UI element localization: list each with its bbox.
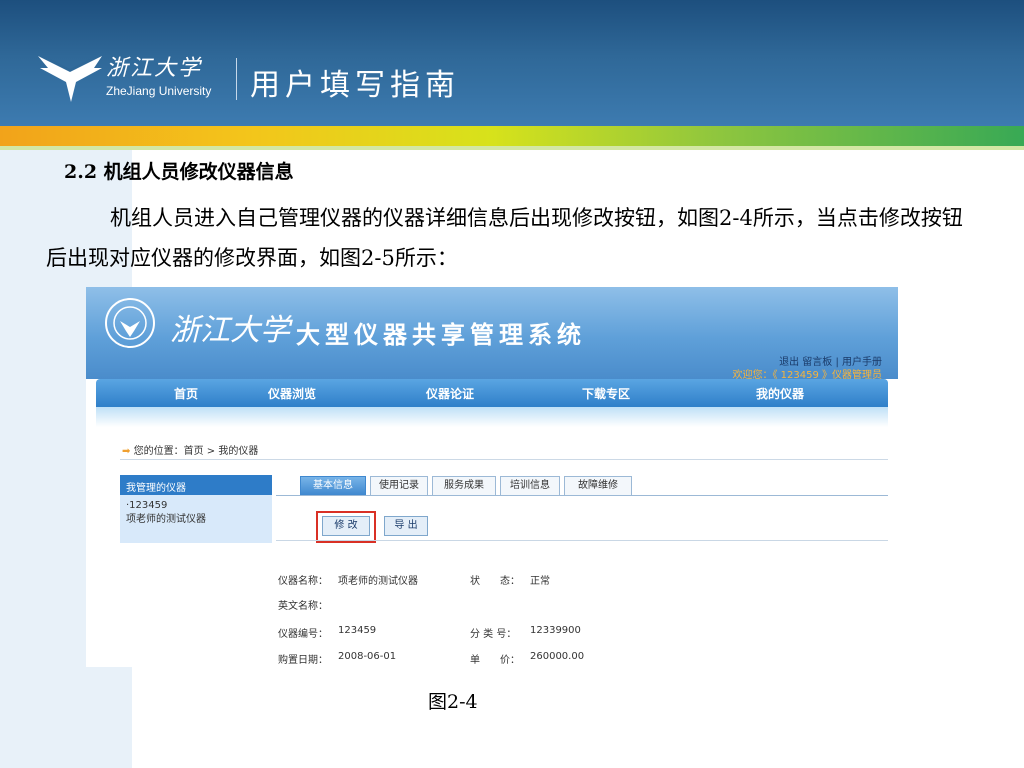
nav-home[interactable]: 首页 [174,385,198,402]
breadcrumb-divider [120,459,888,460]
field-status-label: 状 态： [470,576,520,587]
paragraph-text: 机组人员进入自己管理仪器的仪器详细信息后出现修改按钮，如图2-4所示，当点击修改… [46,206,963,270]
system-banner: 浙江大学 大型仪器共享管理系统 退出 留言板 | 用户手册 欢迎您：《 1234… [86,287,898,381]
field-name-value: 项老师的测试仪器 [338,576,418,587]
section-paragraph: 机组人员进入自己管理仪器的仪器详细信息后出现修改按钮，如图2-4所示，当点击修改… [46,198,976,278]
breadcrumb-arrow-icon: ➡ [122,446,131,457]
field-price-value: 260000.00 [530,651,585,662]
sidebar-item-name[interactable]: 项老师的测试仪器 [126,513,266,527]
button-divider [276,540,888,541]
tab-basic-info[interactable]: 基本信息 [300,476,366,496]
figure-caption: 图2-4 [428,691,478,713]
tab-maintenance[interactable]: 故障维修 [564,476,632,496]
slide-title: 用户填写指南 [250,68,460,103]
tab-usage-records[interactable]: 使用记录 [370,476,428,496]
nav-my-instruments[interactable]: 我的仪器 [756,385,804,402]
field-class-label: 分 类 号： [470,629,517,640]
field-id-value: 123459 [338,625,377,636]
field-class-value: 12339900 [530,625,581,636]
field-price-label: 单 价： [470,655,520,666]
breadcrumb-text: 您的位置：首页 > 我的仪器 [133,446,259,457]
banner-university-name: 浙江大学 [170,313,290,348]
field-date-label: 购置日期： [278,655,328,666]
export-button[interactable]: 导 出 [384,516,428,536]
university-emblem-icon [105,298,155,348]
header-band-underline [0,146,1024,150]
nav-downloads[interactable]: 下载专区 [582,385,630,402]
nav-browse[interactable]: 仪器浏览 [268,385,316,402]
tab-underline [276,495,888,496]
field-id-label: 仪器编号： [278,629,328,640]
nav-demonstration[interactable]: 仪器论证 [426,385,474,402]
nav-shadow [96,407,888,427]
section-title: 2.2 机组人员修改仪器信息 [64,161,294,183]
sidebar-item-id[interactable]: ·123459 [126,499,266,513]
embedded-screenshot: 浙江大学 大型仪器共享管理系统 退出 留言板 | 用户手册 欢迎您：《 1234… [86,287,898,667]
header-divider [236,58,237,100]
sidebar: 我管理的仪器 ·123459 项老师的测试仪器 [120,475,272,543]
sidebar-list: ·123459 项老师的测试仪器 [120,495,272,543]
sidebar-header: 我管理的仪器 [120,475,272,495]
tab-service-results[interactable]: 服务成果 [432,476,496,496]
slide-header: 浙江大学 ZheJiang University 用户填写指南 [0,0,1024,126]
university-logo-icon [38,56,102,102]
field-status-value: 正常 [530,576,550,587]
tab-training-info[interactable]: 培训信息 [500,476,560,496]
field-date-value: 2008-06-01 [338,651,397,662]
breadcrumb: ➡ 您的位置：首页 > 我的仪器 [122,442,258,457]
main-nav: 首页 仪器浏览 仪器论证 下载专区 我的仪器 [96,379,888,407]
university-name-en: ZheJiang University [106,84,212,98]
field-name-label: 仪器名称： [278,576,328,587]
system-title: 大型仪器共享管理系统 [296,321,586,349]
field-en-name-label: 英文名称： [278,601,328,612]
university-name-cn: 浙江大学 [106,56,203,81]
edit-button[interactable]: 修 改 [322,516,370,536]
